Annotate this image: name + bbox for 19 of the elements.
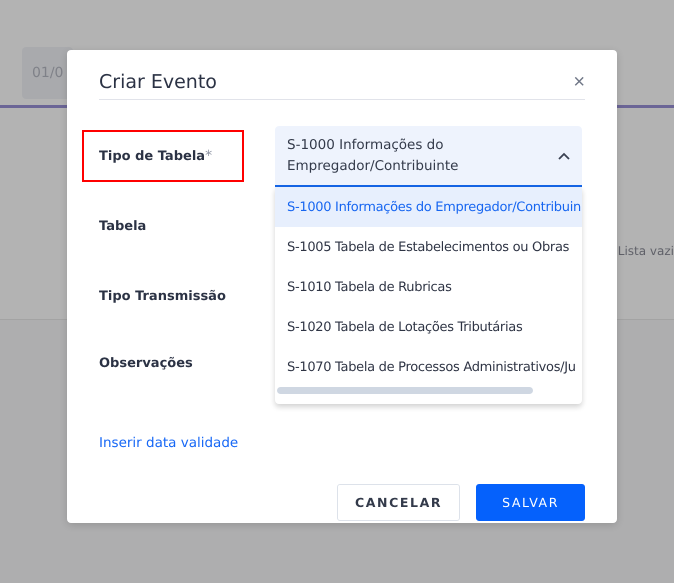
dropdown-option[interactable]: S-1010 Tabela de Rubricas	[275, 267, 582, 307]
close-button[interactable]: ×	[573, 72, 585, 92]
save-button[interactable]: SALVAR	[476, 484, 585, 521]
field-label: Tipo de Tabela	[99, 148, 206, 164]
chevron-icon	[558, 152, 570, 160]
dropdown-option[interactable]: S-1070 Tabela de Processos Administrativos/Ju	[275, 347, 582, 387]
scrollbar[interactable]	[277, 387, 533, 394]
validity-date-link[interactable]: Inserir data validade	[99, 435, 238, 451]
empty-list-text: Lista vazi	[618, 244, 674, 260]
required-mark: *	[205, 148, 212, 164]
dropdown-option[interactable]: S-1005 Tabela de Estabelecimentos ou Obras	[275, 227, 582, 267]
field-label: Observações	[99, 356, 193, 371]
dropdown-option[interactable]: S-1000 Informações do Empregador/Contribuin	[275, 187, 582, 227]
dialog-title: Criar Evento	[99, 70, 217, 92]
dropdown-option[interactable]: S-1020 Tabela de Lotações Tributárias	[275, 307, 582, 347]
field-label: Tipo Transmissão	[99, 288, 226, 304]
field-label: Tabela	[99, 218, 146, 234]
table-type-select[interactable]: S-1000 Informações do Empregador/Contribuinte	[275, 126, 582, 187]
cancel-button[interactable]: CANCELAR	[337, 484, 460, 521]
